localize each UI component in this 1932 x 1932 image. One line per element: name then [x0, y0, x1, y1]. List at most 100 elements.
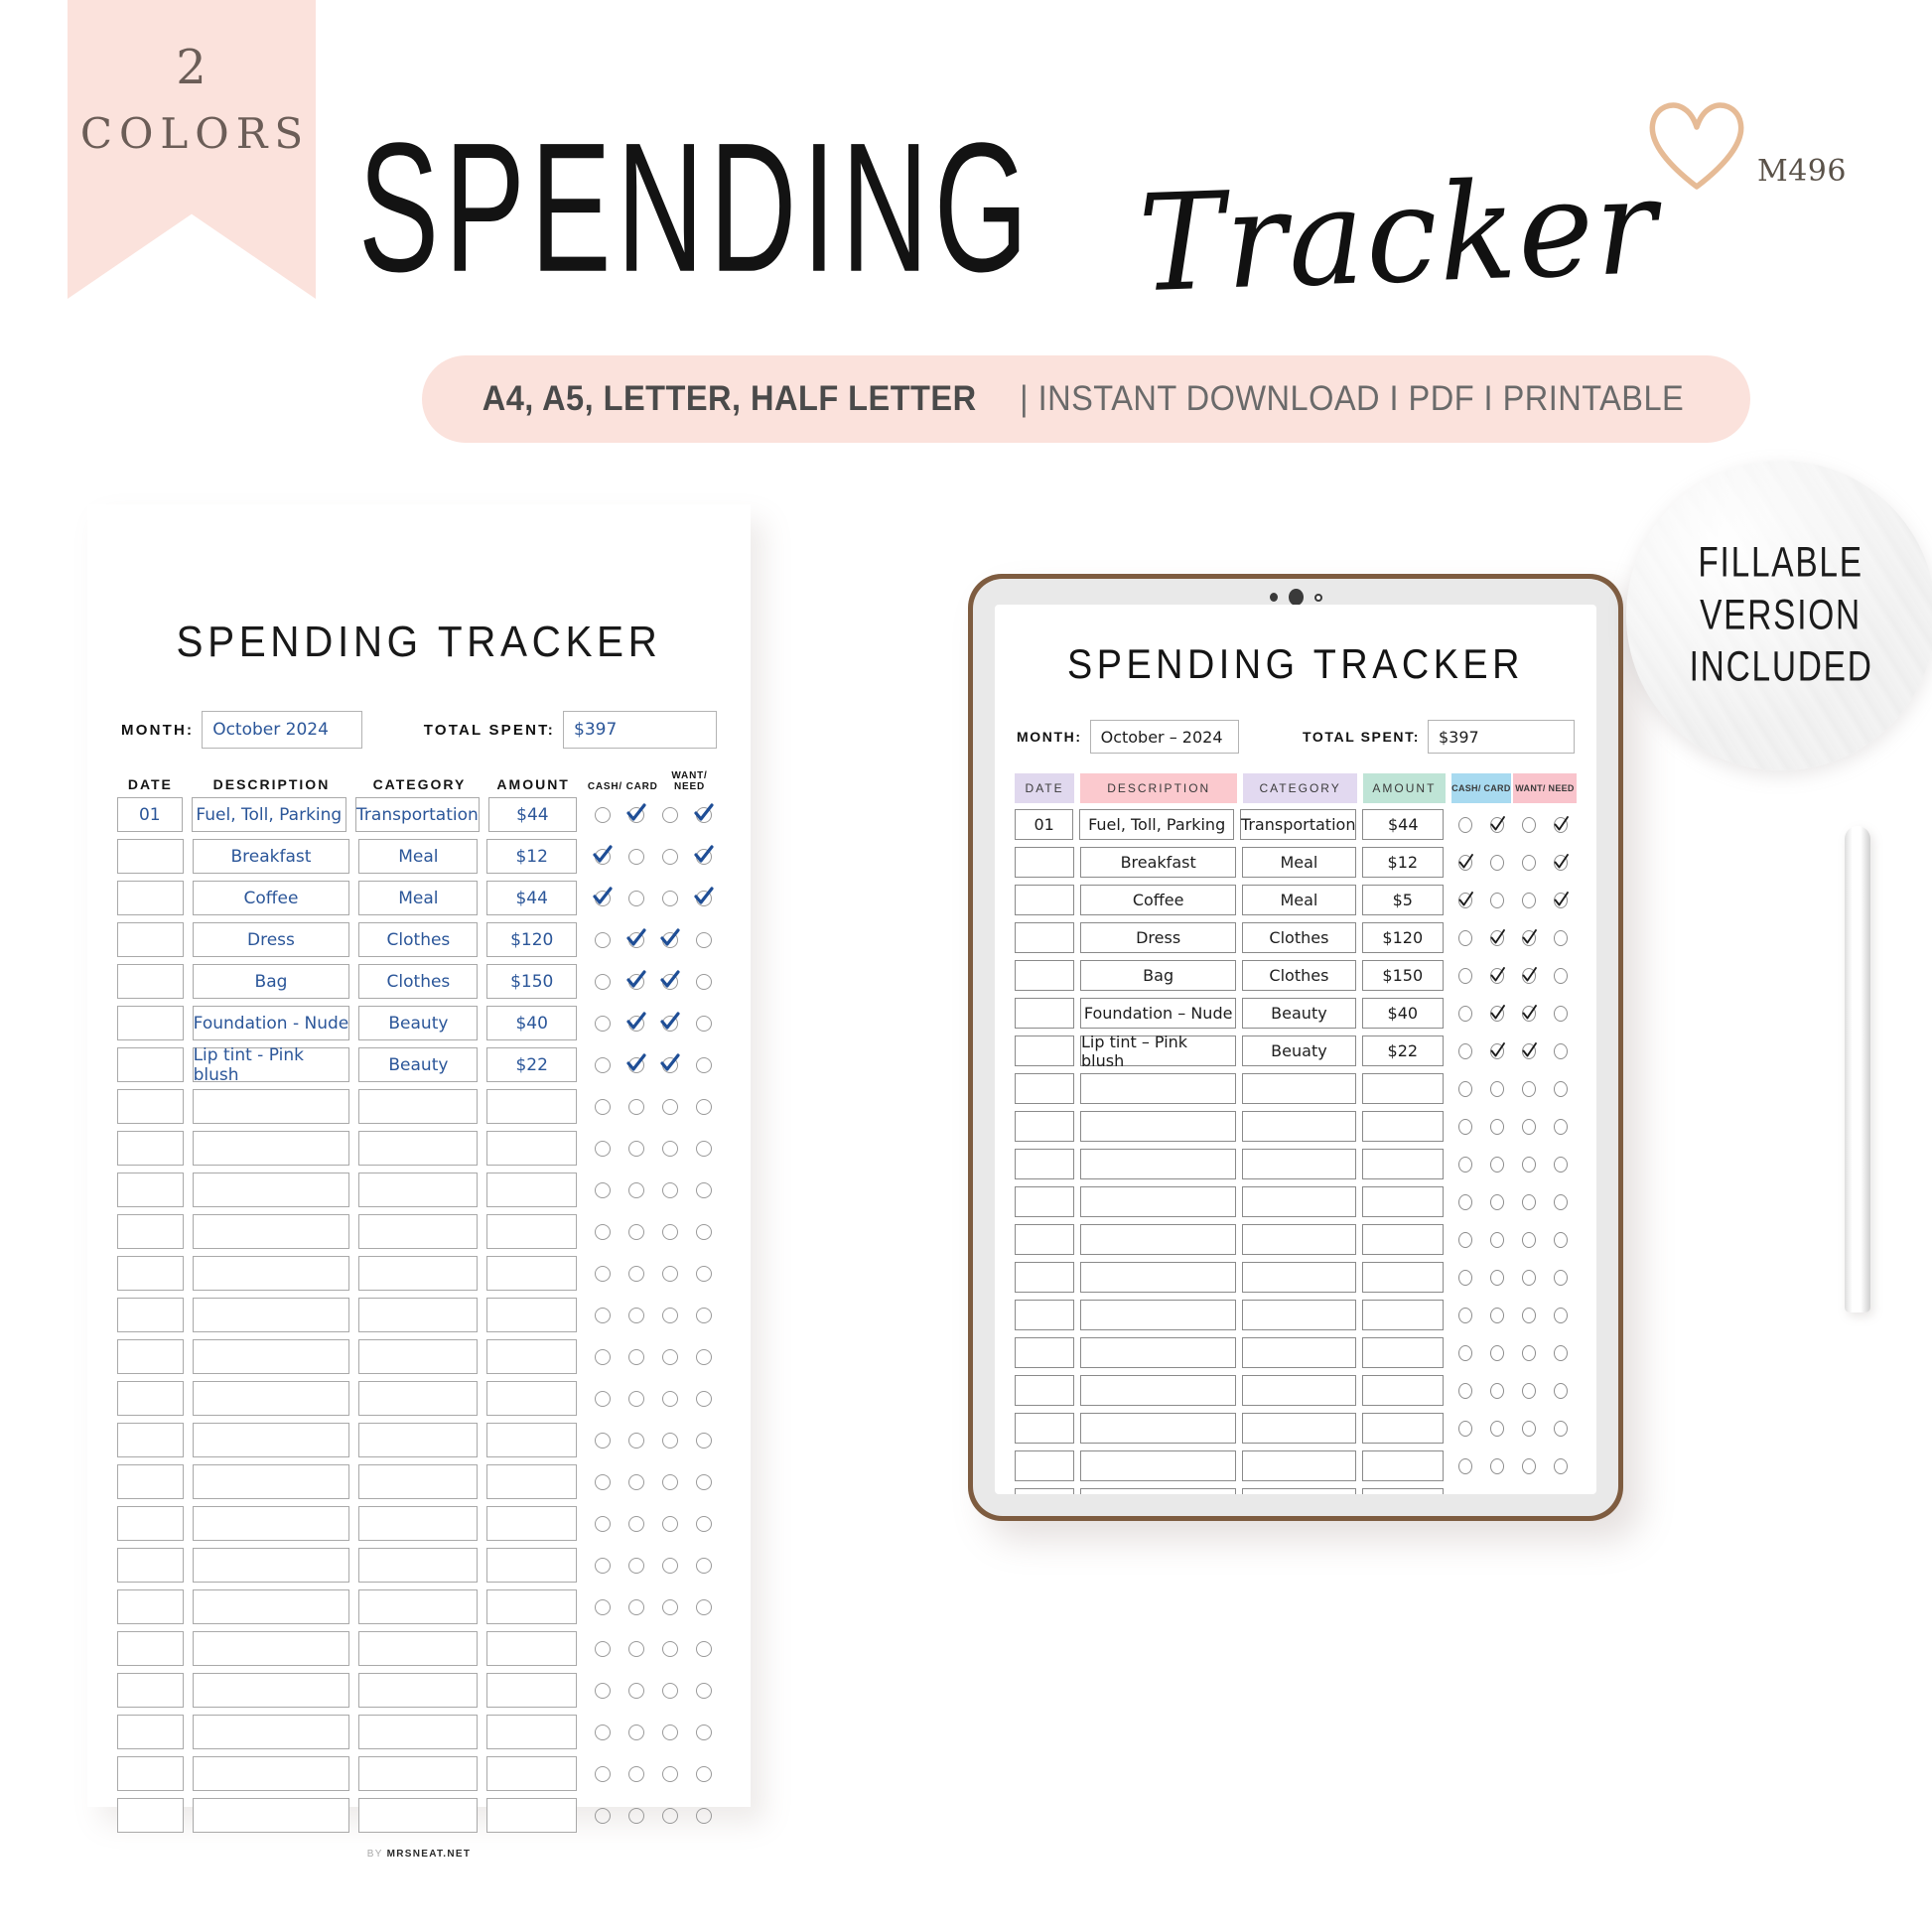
checkbox-cell[interactable] — [1449, 1450, 1481, 1481]
checkbox-empty[interactable] — [594, 1432, 611, 1449]
checkbox-cell[interactable] — [687, 1006, 721, 1040]
cell-description[interactable] — [1080, 1337, 1237, 1368]
cell-amount[interactable] — [486, 1256, 577, 1291]
cell-date[interactable]: 01 — [117, 797, 183, 832]
checkbox-empty[interactable] — [627, 1265, 644, 1282]
checkbox-empty[interactable] — [627, 1098, 644, 1115]
checkbox-empty[interactable] — [695, 1724, 712, 1740]
checkbox-cell[interactable] — [620, 1673, 653, 1708]
checkbox-empty[interactable] — [695, 1807, 712, 1824]
checkbox-empty[interactable] — [661, 1807, 678, 1824]
checkbox-empty[interactable] — [1458, 1382, 1473, 1399]
checkbox-cell[interactable] — [1481, 922, 1513, 953]
cell-description[interactable] — [1080, 1300, 1237, 1330]
checkbox-cell[interactable] — [653, 839, 687, 874]
checkbox-cell[interactable] — [1481, 1111, 1513, 1142]
cell-category[interactable]: Beauty — [1242, 998, 1356, 1029]
checkbox-cell[interactable] — [687, 1089, 721, 1124]
checkbox-empty[interactable] — [1458, 1269, 1473, 1286]
checkbox-cell[interactable] — [1513, 847, 1545, 878]
checkbox-cell[interactable] — [586, 1006, 620, 1040]
checkbox-empty[interactable] — [594, 1098, 611, 1115]
checkbox-cell[interactable] — [620, 1548, 653, 1583]
checkbox-checked[interactable] — [1457, 853, 1473, 872]
checkbox-checked[interactable] — [694, 802, 714, 824]
checkbox-cell[interactable] — [1449, 1186, 1481, 1217]
checkbox-cell[interactable] — [1449, 1035, 1481, 1066]
checkbox-checked[interactable] — [660, 927, 680, 949]
checkbox-empty[interactable] — [627, 1390, 644, 1407]
checkbox-cell[interactable] — [1449, 1413, 1481, 1444]
cell-category[interactable]: Meal — [1242, 847, 1356, 878]
checkbox-empty[interactable] — [661, 1724, 678, 1740]
checkbox-empty[interactable] — [627, 1557, 644, 1574]
checkbox-empty[interactable] — [1522, 1231, 1537, 1248]
checkbox-empty[interactable] — [695, 1598, 712, 1615]
cell-amount[interactable]: $44 — [486, 881, 577, 915]
checkbox-cell[interactable] — [1545, 1186, 1577, 1217]
checkbox-empty[interactable] — [661, 1598, 678, 1615]
checkbox-cell[interactable] — [586, 1298, 620, 1332]
cell-description[interactable] — [1080, 1149, 1237, 1179]
total-spent-input[interactable]: $397 — [563, 711, 717, 749]
cell-category[interactable]: Clothes — [1242, 922, 1356, 953]
checkbox-cell[interactable] — [1513, 998, 1545, 1029]
checkbox-empty[interactable] — [1554, 1080, 1569, 1097]
checkbox-cell[interactable] — [1545, 1111, 1577, 1142]
cell-amount[interactable] — [486, 1756, 577, 1791]
checkbox-cell[interactable] — [687, 1589, 721, 1624]
cell-date[interactable] — [1015, 1035, 1074, 1066]
cell-amount[interactable]: $22 — [486, 1047, 577, 1082]
cell-category[interactable] — [1242, 1262, 1356, 1293]
cell-category[interactable] — [1242, 1413, 1356, 1444]
cell-amount[interactable] — [486, 1423, 577, 1457]
checkbox-cell[interactable] — [620, 1715, 653, 1749]
checkbox-empty[interactable] — [627, 1181, 644, 1198]
checkbox-cell[interactable] — [620, 839, 653, 874]
cell-amount[interactable] — [486, 1631, 577, 1666]
checkbox-empty[interactable] — [661, 1640, 678, 1657]
cell-category[interactable] — [358, 1423, 479, 1457]
cell-date[interactable] — [117, 1548, 184, 1583]
cell-description[interactable] — [192, 1673, 350, 1708]
cell-category[interactable] — [1242, 1186, 1356, 1217]
checkbox-cell[interactable] — [653, 1631, 687, 1666]
checkbox-cell[interactable] — [1449, 998, 1481, 1029]
checkbox-cell[interactable] — [620, 1631, 653, 1666]
checkbox-cell[interactable] — [1513, 885, 1545, 915]
checkbox-empty[interactable] — [661, 890, 678, 906]
checkbox-cell[interactable] — [1449, 922, 1481, 953]
checkbox-empty[interactable] — [627, 1807, 644, 1824]
checkbox-empty[interactable] — [661, 1515, 678, 1532]
tablet-month-input[interactable]: October – 2024 — [1089, 720, 1239, 754]
checkbox-cell[interactable] — [620, 1756, 653, 1791]
checkbox-empty[interactable] — [1554, 1307, 1569, 1323]
cell-date[interactable] — [117, 1339, 184, 1374]
checkbox-cell[interactable] — [653, 1173, 687, 1207]
checkbox-cell[interactable] — [653, 1214, 687, 1249]
checkbox-empty[interactable] — [1458, 1457, 1473, 1474]
checkbox-cell[interactable] — [1513, 960, 1545, 991]
cell-category[interactable]: Clothes — [358, 922, 479, 957]
cell-date[interactable] — [117, 881, 184, 915]
checkbox-cell[interactable] — [687, 1256, 721, 1291]
cell-amount[interactable]: $22 — [1361, 1035, 1445, 1066]
checkbox-empty[interactable] — [695, 1056, 712, 1073]
checkbox-cell[interactable] — [687, 922, 721, 957]
checkbox-cell[interactable] — [620, 1173, 653, 1207]
checkbox-cell[interactable] — [1545, 922, 1577, 953]
checkbox-cell[interactable] — [586, 1506, 620, 1541]
checkbox-checked[interactable] — [694, 844, 714, 866]
checkbox-empty[interactable] — [1522, 892, 1537, 908]
cell-category[interactable] — [358, 1298, 479, 1332]
cell-category[interactable] — [1242, 1224, 1356, 1255]
cell-date[interactable] — [117, 1381, 184, 1416]
cell-amount[interactable] — [1361, 1073, 1445, 1104]
checkbox-cell[interactable] — [620, 1047, 653, 1082]
checkbox-cell[interactable] — [653, 922, 687, 957]
checkbox-empty[interactable] — [1490, 1269, 1505, 1286]
checkbox-cell[interactable] — [1481, 1375, 1513, 1406]
checkbox-cell[interactable] — [1545, 1413, 1577, 1444]
checkbox-empty[interactable] — [594, 973, 611, 990]
cell-amount[interactable] — [1361, 1262, 1445, 1293]
